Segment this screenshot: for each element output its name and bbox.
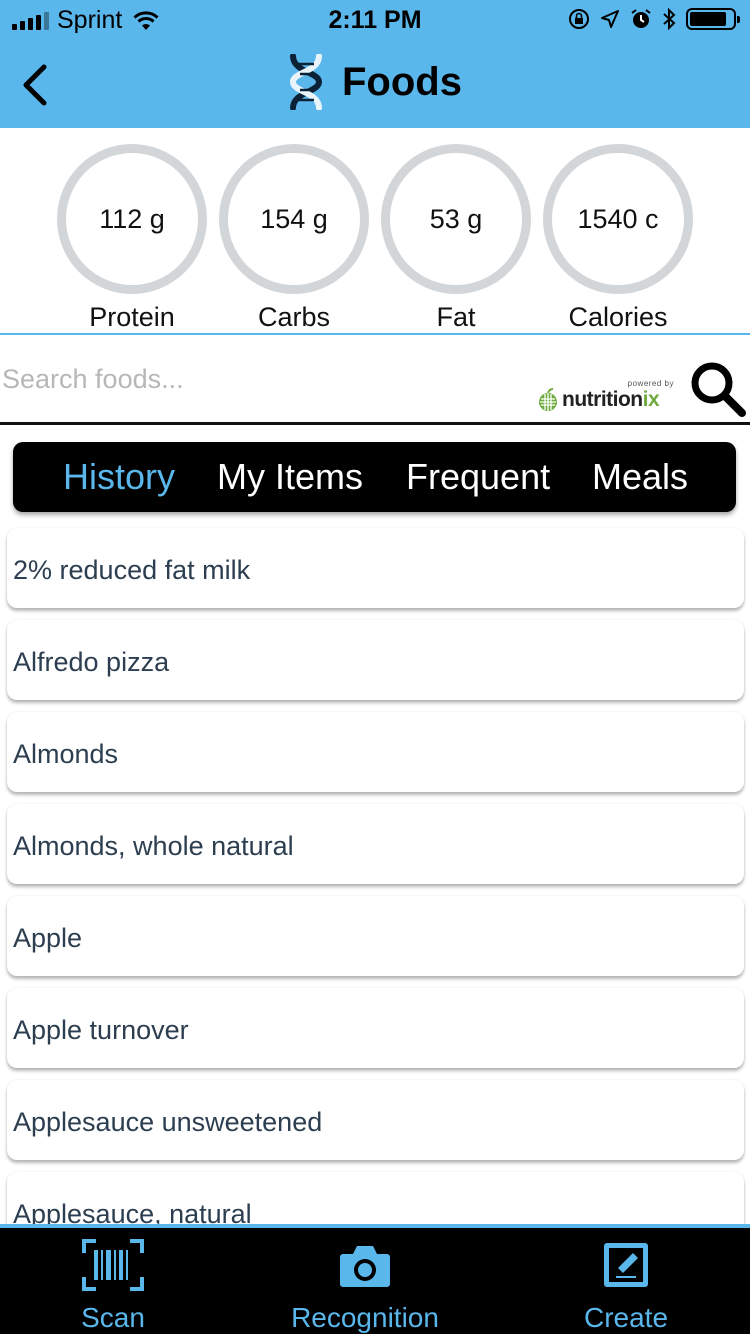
bottom-toolbar: Scan Recognition Create <box>0 1224 750 1334</box>
brand-accent: ix <box>642 388 660 411</box>
calories-label: Calories <box>568 302 668 332</box>
dna-icon <box>289 54 323 110</box>
food-name: Almonds, whole natural <box>13 831 294 861</box>
food-name: Alfredo pizza <box>13 647 170 677</box>
search-button[interactable] <box>688 359 748 419</box>
food-name: Applesauce, natural <box>13 1199 252 1224</box>
bluetooth-icon <box>663 7 676 31</box>
recognition-button[interactable]: Recognition <box>280 1228 450 1334</box>
search-bar: powered by nutritionix <box>0 335 750 425</box>
tab-my-items[interactable]: My Items <box>217 456 363 498</box>
create-label: Create <box>583 1302 669 1333</box>
protein-label: Protein <box>89 302 175 332</box>
carbs-ring: 154 g <box>219 144 369 294</box>
barcode-icon <box>82 1239 144 1291</box>
list-item[interactable]: Alfredo pizza <box>7 620 744 700</box>
alarm-icon <box>631 9 651 28</box>
apple-icon <box>539 388 557 411</box>
scan-label: Scan <box>81 1302 145 1333</box>
battery-icon <box>686 8 740 30</box>
macro-carbs: 154 g Carbs <box>219 144 369 333</box>
list-item[interactable]: Almonds <box>7 712 744 792</box>
search-input[interactable] <box>2 357 502 401</box>
status-bar: Sprint 2:11 PM <box>0 0 750 40</box>
nutritionix-logo: powered by nutritionix <box>536 379 676 412</box>
brand-main: nutrition <box>562 388 643 411</box>
recognition-label: Recognition <box>291 1302 439 1333</box>
calories-ring: 1540 c <box>543 144 693 294</box>
protein-ring: 112 g <box>57 144 207 294</box>
create-button[interactable]: Create <box>570 1228 682 1334</box>
food-name: Almonds <box>13 739 119 769</box>
app-header: Sprint 2:11 PM Foods <box>0 0 750 128</box>
list-item[interactable]: Apple <box>7 896 744 976</box>
list-item[interactable]: Almonds, whole natural <box>7 804 744 884</box>
orientation-lock-icon <box>569 9 589 29</box>
scan-button[interactable]: Scan <box>58 1228 168 1334</box>
macro-calories: 1540 c Calories <box>543 144 693 333</box>
location-icon <box>601 10 619 28</box>
macro-protein: 112 g Protein <box>57 144 207 333</box>
list-item[interactable]: 2% reduced fat milk <box>7 528 744 608</box>
macro-summary: 112 g Protein 154 g Carbs 53 g Fat 1540 … <box>0 128 750 334</box>
food-list: 2% reduced fat milk Alfredo pizza Almond… <box>0 526 750 1224</box>
edit-icon <box>604 1243 648 1287</box>
food-name: Apple turnover <box>13 1015 189 1045</box>
list-item[interactable]: Applesauce, natural <box>7 1172 744 1224</box>
page-title: Foods <box>342 59 462 104</box>
fat-label: Fat <box>436 302 476 332</box>
food-name: Applesauce unsweetened <box>13 1107 323 1137</box>
tab-frequent[interactable]: Frequent <box>406 456 550 498</box>
food-name: 2% reduced fat milk <box>13 555 251 585</box>
navigation-bar: Foods <box>0 40 750 128</box>
fat-ring: 53 g <box>381 144 531 294</box>
list-item[interactable]: Apple turnover <box>7 988 744 1068</box>
divider <box>0 422 750 425</box>
food-name: Apple <box>13 923 83 953</box>
powered-by-label: powered by <box>627 379 674 388</box>
list-item[interactable]: Applesauce unsweetened <box>7 1080 744 1160</box>
tab-bar: History My Items Frequent Meals <box>13 442 736 512</box>
tab-meals[interactable]: Meals <box>592 456 688 498</box>
camera-icon <box>340 1246 390 1287</box>
macro-fat: 53 g Fat <box>381 144 531 333</box>
search-icon <box>691 362 746 417</box>
tab-history[interactable]: History <box>63 456 175 498</box>
carbs-label: Carbs <box>257 302 331 332</box>
